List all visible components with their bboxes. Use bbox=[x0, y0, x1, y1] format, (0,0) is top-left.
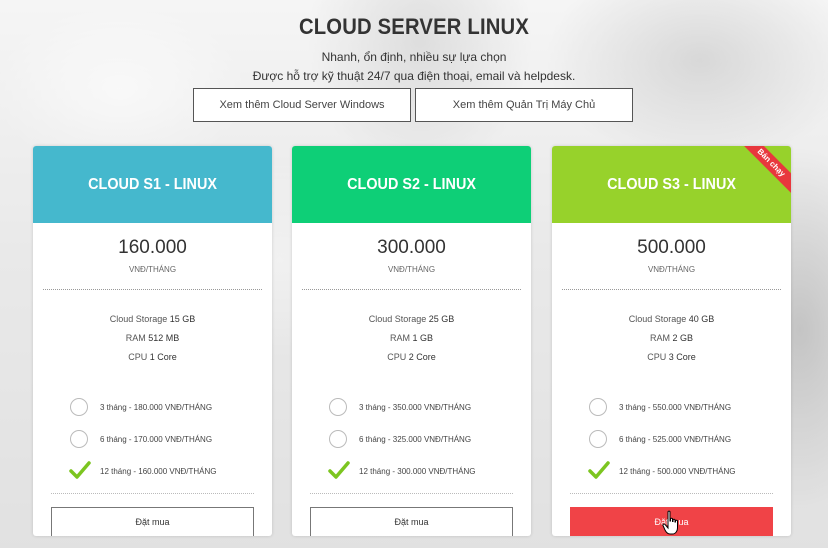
spec-ram-label: RAM bbox=[649, 333, 670, 343]
plan-price: 160.000 bbox=[118, 237, 187, 258]
billing-option-12-months[interactable]: 12 tháng - 300.000 VNĐ/THÁNG bbox=[328, 455, 531, 487]
spec-ram-value: 1 GB bbox=[412, 333, 434, 343]
spec-cpu: CPU 3 Core bbox=[552, 348, 791, 367]
spec-storage-label: Cloud Storage bbox=[109, 314, 168, 324]
billing-options: 3 tháng - 350.000 VNĐ/THÁNG 6 tháng - 32… bbox=[292, 391, 531, 487]
spec-ram: RAM 2 GB bbox=[552, 329, 791, 348]
price-unit: VNĐ/THÁNG bbox=[647, 265, 696, 274]
plan-card-s1: CLOUD S1 - LINUX 160.000 VNĐ/THÁNG Cloud… bbox=[33, 146, 272, 536]
plan-name: CLOUD S1 - LINUX bbox=[88, 175, 217, 193]
spec-ram: RAM 1 GB bbox=[292, 329, 531, 348]
plan-specs: Cloud Storage 25 GB RAM 1 GB CPU 2 Core bbox=[292, 310, 531, 367]
spec-cpu-value: 1 Core bbox=[149, 352, 177, 362]
spec-storage: Cloud Storage 15 GB bbox=[33, 310, 272, 329]
billing-option-6-months[interactable]: 6 tháng - 525.000 VNĐ/THÁNG bbox=[589, 423, 791, 455]
plan-specs: Cloud Storage 15 GB RAM 512 MB CPU 1 Cor… bbox=[33, 310, 272, 367]
spec-cpu: CPU 2 Core bbox=[292, 348, 531, 367]
plan-name: CLOUD S2 - LINUX bbox=[347, 175, 476, 193]
spec-ram: RAM 512 MB bbox=[33, 329, 272, 348]
plan-price: 500.000 bbox=[637, 237, 706, 258]
ribbon-label: Bán chạy bbox=[743, 146, 791, 194]
spec-storage: Cloud Storage 25 GB bbox=[292, 310, 531, 329]
billing-option-12-months[interactable]: 12 tháng - 500.000 VNĐ/THÁNG bbox=[588, 455, 791, 487]
radio-button[interactable] bbox=[329, 430, 347, 448]
billing-option-6-months[interactable]: 6 tháng - 325.000 VNĐ/THÁNG bbox=[329, 423, 531, 455]
subtitle-line-1: Nhanh, ổn định, nhiều sự lựa chọn bbox=[321, 50, 507, 64]
hand-cursor-icon bbox=[662, 510, 678, 535]
spec-cpu-label: CPU bbox=[647, 352, 667, 362]
divider bbox=[562, 289, 781, 290]
spec-cpu-label: CPU bbox=[128, 352, 148, 362]
plan-specs: Cloud Storage 40 GB RAM 2 GB CPU 3 Core bbox=[552, 310, 791, 367]
bestseller-ribbon: Bán chạy bbox=[743, 146, 791, 194]
price-unit: VNĐ/THÁNG bbox=[128, 265, 177, 274]
spec-storage-value: 40 GB bbox=[688, 314, 715, 324]
price-unit: VNĐ/THÁNG bbox=[387, 265, 436, 274]
billing-options: 3 tháng - 550.000 VNĐ/THÁNG 6 tháng - 52… bbox=[552, 391, 791, 487]
billing-option-6-months[interactable]: 6 tháng - 170.000 VNĐ/THÁNG bbox=[70, 423, 272, 455]
spec-storage-value: 15 GB bbox=[169, 314, 196, 324]
page-header: CLOUD SERVER LINUX Nhanh, ổn định, nhiều… bbox=[0, 14, 828, 86]
billing-options: 3 tháng - 180.000 VNĐ/THÁNG 6 tháng - 17… bbox=[33, 391, 272, 487]
spec-ram-label: RAM bbox=[389, 333, 410, 343]
radio-button[interactable] bbox=[329, 398, 347, 416]
billing-option-3-months[interactable]: 3 tháng - 350.000 VNĐ/THÁNG bbox=[329, 391, 531, 423]
divider bbox=[302, 289, 521, 290]
order-button[interactable]: Đặt mua bbox=[51, 507, 254, 536]
plan-price: 300.000 bbox=[377, 237, 446, 258]
divider bbox=[570, 493, 773, 494]
windows-server-link[interactable]: Xem thêm Cloud Server Windows bbox=[193, 88, 411, 122]
divider bbox=[310, 493, 513, 494]
checkmark-icon[interactable] bbox=[328, 461, 350, 480]
server-admin-link[interactable]: Xem thêm Quản Trị Máy Chủ bbox=[415, 88, 633, 122]
billing-option-12-months[interactable]: 12 tháng - 160.000 VNĐ/THÁNG bbox=[69, 455, 272, 487]
spec-storage: Cloud Storage 40 GB bbox=[552, 310, 791, 329]
page-subtitle: Nhanh, ổn định, nhiều sự lựa chọn Được h… bbox=[0, 48, 828, 86]
billing-option-3-months[interactable]: 3 tháng - 180.000 VNĐ/THÁNG bbox=[70, 391, 272, 423]
option-label: 3 tháng - 350.000 VNĐ/THÁNG bbox=[359, 402, 472, 412]
spec-ram-value: 2 GB bbox=[672, 333, 694, 343]
spec-cpu: CPU 1 Core bbox=[33, 348, 272, 367]
spec-cpu-value: 3 Core bbox=[668, 352, 696, 362]
radio-button[interactable] bbox=[70, 430, 88, 448]
option-label: 6 tháng - 325.000 VNĐ/THÁNG bbox=[359, 434, 472, 444]
option-label: 12 tháng - 160.000 VNĐ/THÁNG bbox=[100, 466, 217, 476]
plan-header: CLOUD S1 - LINUX bbox=[33, 146, 272, 223]
related-links: Xem thêm Cloud Server Windows Xem thêm Q… bbox=[193, 88, 633, 122]
option-label: 3 tháng - 550.000 VNĐ/THÁNG bbox=[619, 402, 732, 412]
plan-name: CLOUD S3 - LINUX bbox=[607, 175, 736, 193]
spec-cpu-value: 2 Core bbox=[408, 352, 436, 362]
option-label: 6 tháng - 525.000 VNĐ/THÁNG bbox=[619, 434, 732, 444]
spec-ram-value: 512 MB bbox=[148, 333, 180, 343]
option-label: 6 tháng - 170.000 VNĐ/THÁNG bbox=[100, 434, 213, 444]
plan-header: CLOUD S2 - LINUX bbox=[292, 146, 531, 223]
spec-ram-label: RAM bbox=[125, 333, 146, 343]
divider bbox=[43, 289, 262, 290]
spec-storage-label: Cloud Storage bbox=[368, 314, 427, 324]
checkmark-icon[interactable] bbox=[588, 461, 610, 480]
spec-storage-label: Cloud Storage bbox=[628, 314, 687, 324]
plan-card-s2: CLOUD S2 - LINUX 300.000 VNĐ/THÁNG Cloud… bbox=[292, 146, 531, 536]
order-button[interactable]: Đặt mua bbox=[310, 507, 513, 536]
radio-button[interactable] bbox=[589, 430, 607, 448]
radio-button[interactable] bbox=[589, 398, 607, 416]
plan-card-s3: CLOUD S3 - LINUX Bán chạy 500.000 VNĐ/TH… bbox=[552, 146, 791, 536]
divider bbox=[51, 493, 254, 494]
option-label: 3 tháng - 180.000 VNĐ/THÁNG bbox=[100, 402, 213, 412]
spec-storage-value: 25 GB bbox=[428, 314, 455, 324]
billing-option-3-months[interactable]: 3 tháng - 550.000 VNĐ/THÁNG bbox=[589, 391, 791, 423]
checkmark-icon[interactable] bbox=[69, 461, 91, 480]
radio-button[interactable] bbox=[70, 398, 88, 416]
spec-cpu-label: CPU bbox=[387, 352, 407, 362]
option-label: 12 tháng - 500.000 VNĐ/THÁNG bbox=[619, 466, 736, 476]
option-label: 12 tháng - 300.000 VNĐ/THÁNG bbox=[359, 466, 476, 476]
page-title: CLOUD SERVER LINUX bbox=[298, 14, 530, 39]
plan-header: CLOUD S3 - LINUX Bán chạy bbox=[552, 146, 791, 223]
subtitle-line-2: Được hỗ trợ kỹ thuật 24/7 qua điện thoại… bbox=[252, 69, 576, 83]
